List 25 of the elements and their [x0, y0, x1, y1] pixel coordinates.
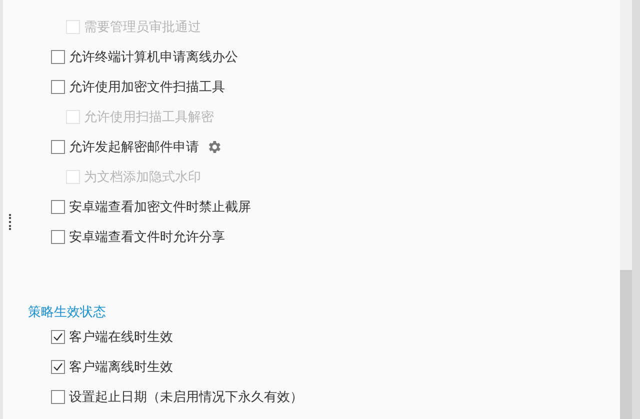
gear-icon[interactable] [206, 139, 222, 155]
option-label: 为文档添加隐式水印 [84, 168, 201, 186]
option-label: 允许使用扫描工具解密 [84, 108, 214, 126]
checkbox[interactable] [51, 390, 65, 404]
option-label: 设置起止日期（未启用情况下永久有效） [69, 388, 303, 406]
option-label: 允许发起解密邮件申请 [69, 138, 199, 156]
checkbox[interactable] [51, 360, 65, 374]
option-label: 安卓端查看文件时允许分享 [69, 228, 225, 246]
drag-handle-icon[interactable] [9, 214, 11, 230]
checkbox[interactable] [51, 230, 65, 244]
option-label: 安卓端查看加密文件时禁止截屏 [69, 198, 251, 216]
option-label: 需要管理员审批通过 [84, 18, 201, 36]
checkmark-icon [53, 332, 63, 342]
option-label: 允许终端计算机申请离线办公 [69, 48, 238, 66]
option-label: 允许使用加密文件扫描工具 [69, 78, 225, 96]
checkbox[interactable] [51, 50, 65, 64]
checkmark-icon [53, 362, 63, 372]
scrollbar[interactable] [620, 0, 640, 419]
checkbox[interactable] [51, 200, 65, 214]
option-label: 客户端离线时生效 [69, 358, 173, 376]
checkbox[interactable] [51, 140, 65, 154]
section-title: 策略生效状态 [27, 303, 107, 321]
option-label: 客户端在线时生效 [69, 328, 173, 346]
checkbox[interactable] [51, 330, 65, 344]
checkbox[interactable] [51, 80, 65, 94]
